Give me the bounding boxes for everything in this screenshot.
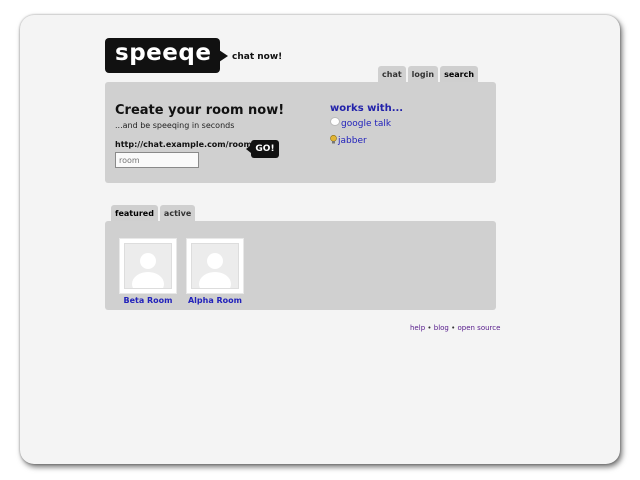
tab-chat[interactable]: chat <box>378 66 406 82</box>
footer-separator: • <box>427 324 432 332</box>
client-label: google talk <box>341 119 392 129</box>
room-avatar[interactable] <box>186 238 244 294</box>
logo-text: speeqe <box>115 40 212 66</box>
tab-login[interactable]: login <box>407 66 439 82</box>
speeqe-logo[interactable]: speeqe <box>105 38 228 73</box>
room-tabs: featured active <box>111 205 196 221</box>
create-room-subtitle: ...and be speeqing in seconds <box>115 121 235 130</box>
lightbulb-icon <box>330 134 337 143</box>
speech-bubble-icon <box>330 116 340 126</box>
tagline: chat now! <box>232 52 283 62</box>
client-label: jabber <box>338 136 367 146</box>
tab-active[interactable]: active <box>159 205 196 221</box>
room-avatar[interactable] <box>119 238 177 294</box>
room-card-alpha[interactable]: Alpha Room <box>186 238 244 305</box>
footer-link-help[interactable]: help <box>410 324 425 332</box>
room-name-link[interactable]: Alpha Room <box>176 296 254 305</box>
footer-separator: • <box>451 324 456 332</box>
client-link-google-talk[interactable]: google talk <box>330 116 392 129</box>
top-nav-tabs: chat login search <box>378 66 479 82</box>
tab-featured[interactable]: featured <box>111 205 158 221</box>
create-room-title: Create your room now! <box>115 103 285 118</box>
room-card-beta[interactable]: Beta Room <box>119 238 177 305</box>
go-button[interactable]: GO! <box>246 140 279 158</box>
tab-search[interactable]: search <box>440 66 479 82</box>
client-link-jabber[interactable]: jabber <box>330 134 367 146</box>
footer-link-blog[interactable]: blog <box>434 324 449 332</box>
user-avatar-icon <box>124 243 172 289</box>
user-avatar-icon <box>191 243 239 289</box>
create-room-panel: Create your room now! ...and be speeqing… <box>105 82 496 183</box>
footer-link-open-source[interactable]: open source <box>457 324 500 332</box>
footer-links: help • blog • open source <box>410 324 500 332</box>
room-url-prefix: http://chat.example.com/room/ <box>115 140 255 149</box>
works-with-title: works with... <box>330 103 404 114</box>
rooms-panel: Beta Room Alpha Room <box>105 221 496 310</box>
room-name-input[interactable] <box>115 152 199 168</box>
